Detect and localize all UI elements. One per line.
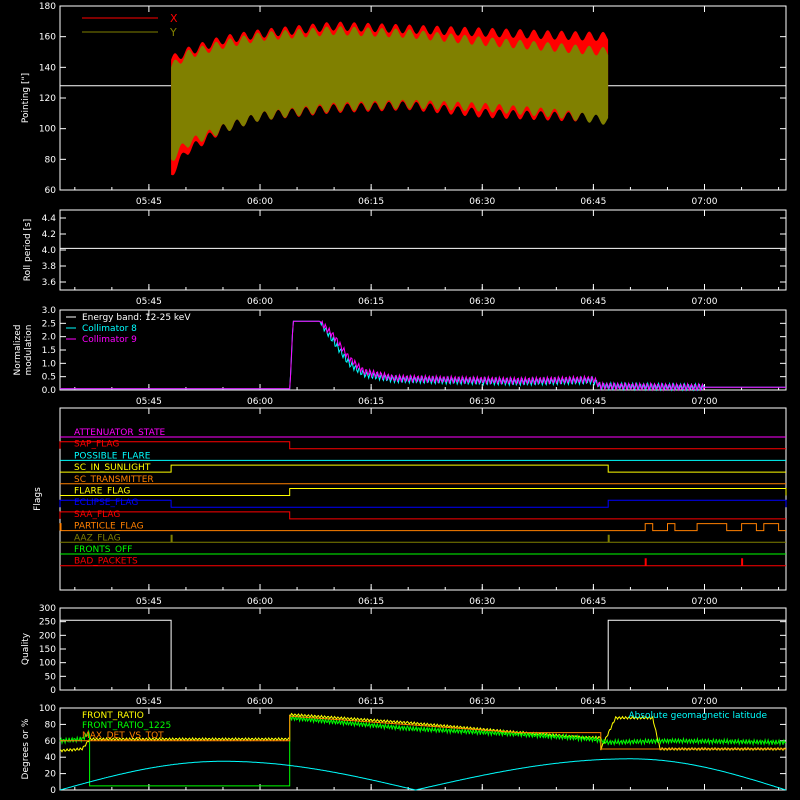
x-tick-label: 06:15 — [358, 197, 384, 207]
y-tick-label: 150 — [39, 645, 56, 655]
y-tick-label: 1.0 — [42, 359, 57, 369]
x-tick-label: 06:30 — [469, 297, 495, 307]
y-tick-label: 250 — [39, 618, 56, 628]
legend-label: Y — [169, 26, 177, 39]
y-axis-label: Normalized — [13, 324, 23, 375]
y-tick-label: 80 — [45, 720, 57, 730]
y-axis-label: modulation — [24, 325, 34, 376]
flag-label: FLARE_FLAG — [74, 487, 130, 497]
flag-label: SC_IN_SUNLIGHT — [74, 463, 151, 473]
y-tick-label: 100 — [39, 659, 56, 669]
y-tick-label: 4.2 — [42, 230, 56, 240]
x-tick-label: 06:00 — [247, 397, 273, 407]
x-tick-label: 05:45 — [136, 397, 162, 407]
legend-label: Energy band: 12-25 keV — [82, 313, 191, 323]
flag-label: SAP_FLAG — [74, 440, 119, 450]
y-tick-label: 3.0 — [42, 306, 57, 316]
y-tick-label: 300 — [39, 604, 56, 614]
x-tick-label: 06:15 — [358, 397, 384, 407]
flag-label: ATTENUATOR_STATE — [74, 428, 166, 438]
flag-label: AAZ_FLAG — [74, 533, 121, 543]
legend-label: X — [170, 12, 178, 25]
flag-label: SAA_FLAG — [74, 510, 120, 520]
y-tick-label: 0.5 — [42, 373, 56, 383]
x-tick-label: 05:45 — [136, 297, 162, 307]
y-tick-label: 3.8 — [42, 262, 57, 272]
flag-label: BAD_PACKETS — [74, 557, 138, 567]
figure-background — [0, 0, 800, 800]
y-tick-label: 2.0 — [42, 333, 57, 343]
flag-label: ECLIPSE_FLAG — [74, 498, 138, 508]
y-tick-label: 4.4 — [42, 214, 57, 224]
y-tick-label: 20 — [45, 770, 57, 780]
x-tick-label: 06:00 — [247, 697, 273, 707]
y-tick-label: 80 — [45, 155, 57, 165]
x-tick-label: 07:00 — [692, 197, 718, 207]
y-tick-label: 4.0 — [42, 246, 57, 256]
flag-label: SC_TRANSMITTER — [74, 475, 154, 485]
x-tick-label: 06:45 — [580, 697, 606, 707]
y-tick-label: 0 — [50, 786, 56, 796]
y-tick-label: 0.0 — [42, 386, 57, 396]
x-tick-label: 06:30 — [469, 197, 495, 207]
legend-label: MAX_DET_VS_TOT — [82, 731, 164, 741]
y-tick-label: 50 — [45, 672, 57, 682]
y-tick-label: 0 — [50, 686, 56, 696]
x-tick-label: 06:00 — [247, 197, 273, 207]
x-tick-label: 07:00 — [692, 697, 718, 707]
y-tick-label: 160 — [39, 33, 56, 43]
y-tick-label: 2.5 — [42, 319, 56, 329]
legend-label: FRONT_RATIO — [82, 711, 144, 721]
y-tick-label: 60 — [45, 186, 57, 196]
x-tick-label: 05:45 — [136, 597, 162, 607]
x-tick-label: 06:30 — [469, 397, 495, 407]
x-tick-label: 06:45 — [580, 297, 606, 307]
x-tick-label: 06:15 — [358, 597, 384, 607]
y-axis-label: Pointing ["] — [21, 73, 31, 123]
y-axis-label: Degrees or % — [21, 718, 31, 779]
y-tick-label: 180 — [39, 2, 56, 12]
rhessi-quicklook-stack: 05:45 06:00 06:15 06:30 06:45 07:00 60 80 100 120… — [0, 0, 800, 800]
y-tick-label: 60 — [45, 737, 57, 747]
x-tick-label: 06:15 — [358, 297, 384, 307]
y-tick-label: 40 — [45, 753, 57, 763]
x-tick-label: 06:30 — [469, 697, 495, 707]
x-tick-label: 06:45 — [580, 597, 606, 607]
y-tick-label: 200 — [39, 631, 56, 641]
x-tick-label: 07:00 — [692, 397, 718, 407]
flag-label: PARTICLE_FLAG — [74, 522, 144, 532]
y-axis-label: Flags — [33, 487, 43, 511]
y-axis-label: Roll period [s] — [23, 219, 33, 281]
x-tick-label: 05:45 — [136, 697, 162, 707]
x-tick-label: 06:45 — [580, 197, 606, 207]
legend-label: Collimator 8 — [82, 324, 137, 334]
x-tick-label: 06:15 — [358, 697, 384, 707]
y-tick-label: 100 — [39, 125, 56, 135]
flag-label: POSSIBLE_FLARE — [74, 451, 151, 461]
x-tick-label: 06:00 — [247, 297, 273, 307]
legend-label: Collimator 9 — [82, 335, 137, 345]
y-tick-label: 3.6 — [42, 278, 57, 288]
y-tick-label: 120 — [39, 94, 56, 104]
geomag-annotation: Absolute geomagnetic latitude — [628, 711, 767, 721]
x-tick-label: 06:45 — [580, 397, 606, 407]
x-tick-label: 07:00 — [692, 597, 718, 607]
x-tick-label: 07:00 — [692, 297, 718, 307]
x-tick-label: 06:30 — [469, 597, 495, 607]
legend-label: FRONT_RATIO_1225 — [82, 721, 171, 731]
y-tick-label: 140 — [39, 63, 56, 73]
y-tick-label: 1.5 — [42, 346, 56, 356]
x-tick-label: 05:45 — [136, 197, 162, 207]
x-tick-label: 06:00 — [247, 597, 273, 607]
flag-label: FRONTS_OFF — [74, 545, 132, 555]
y-tick-label: 100 — [39, 704, 56, 714]
y-axis-label: Quality — [21, 632, 31, 665]
